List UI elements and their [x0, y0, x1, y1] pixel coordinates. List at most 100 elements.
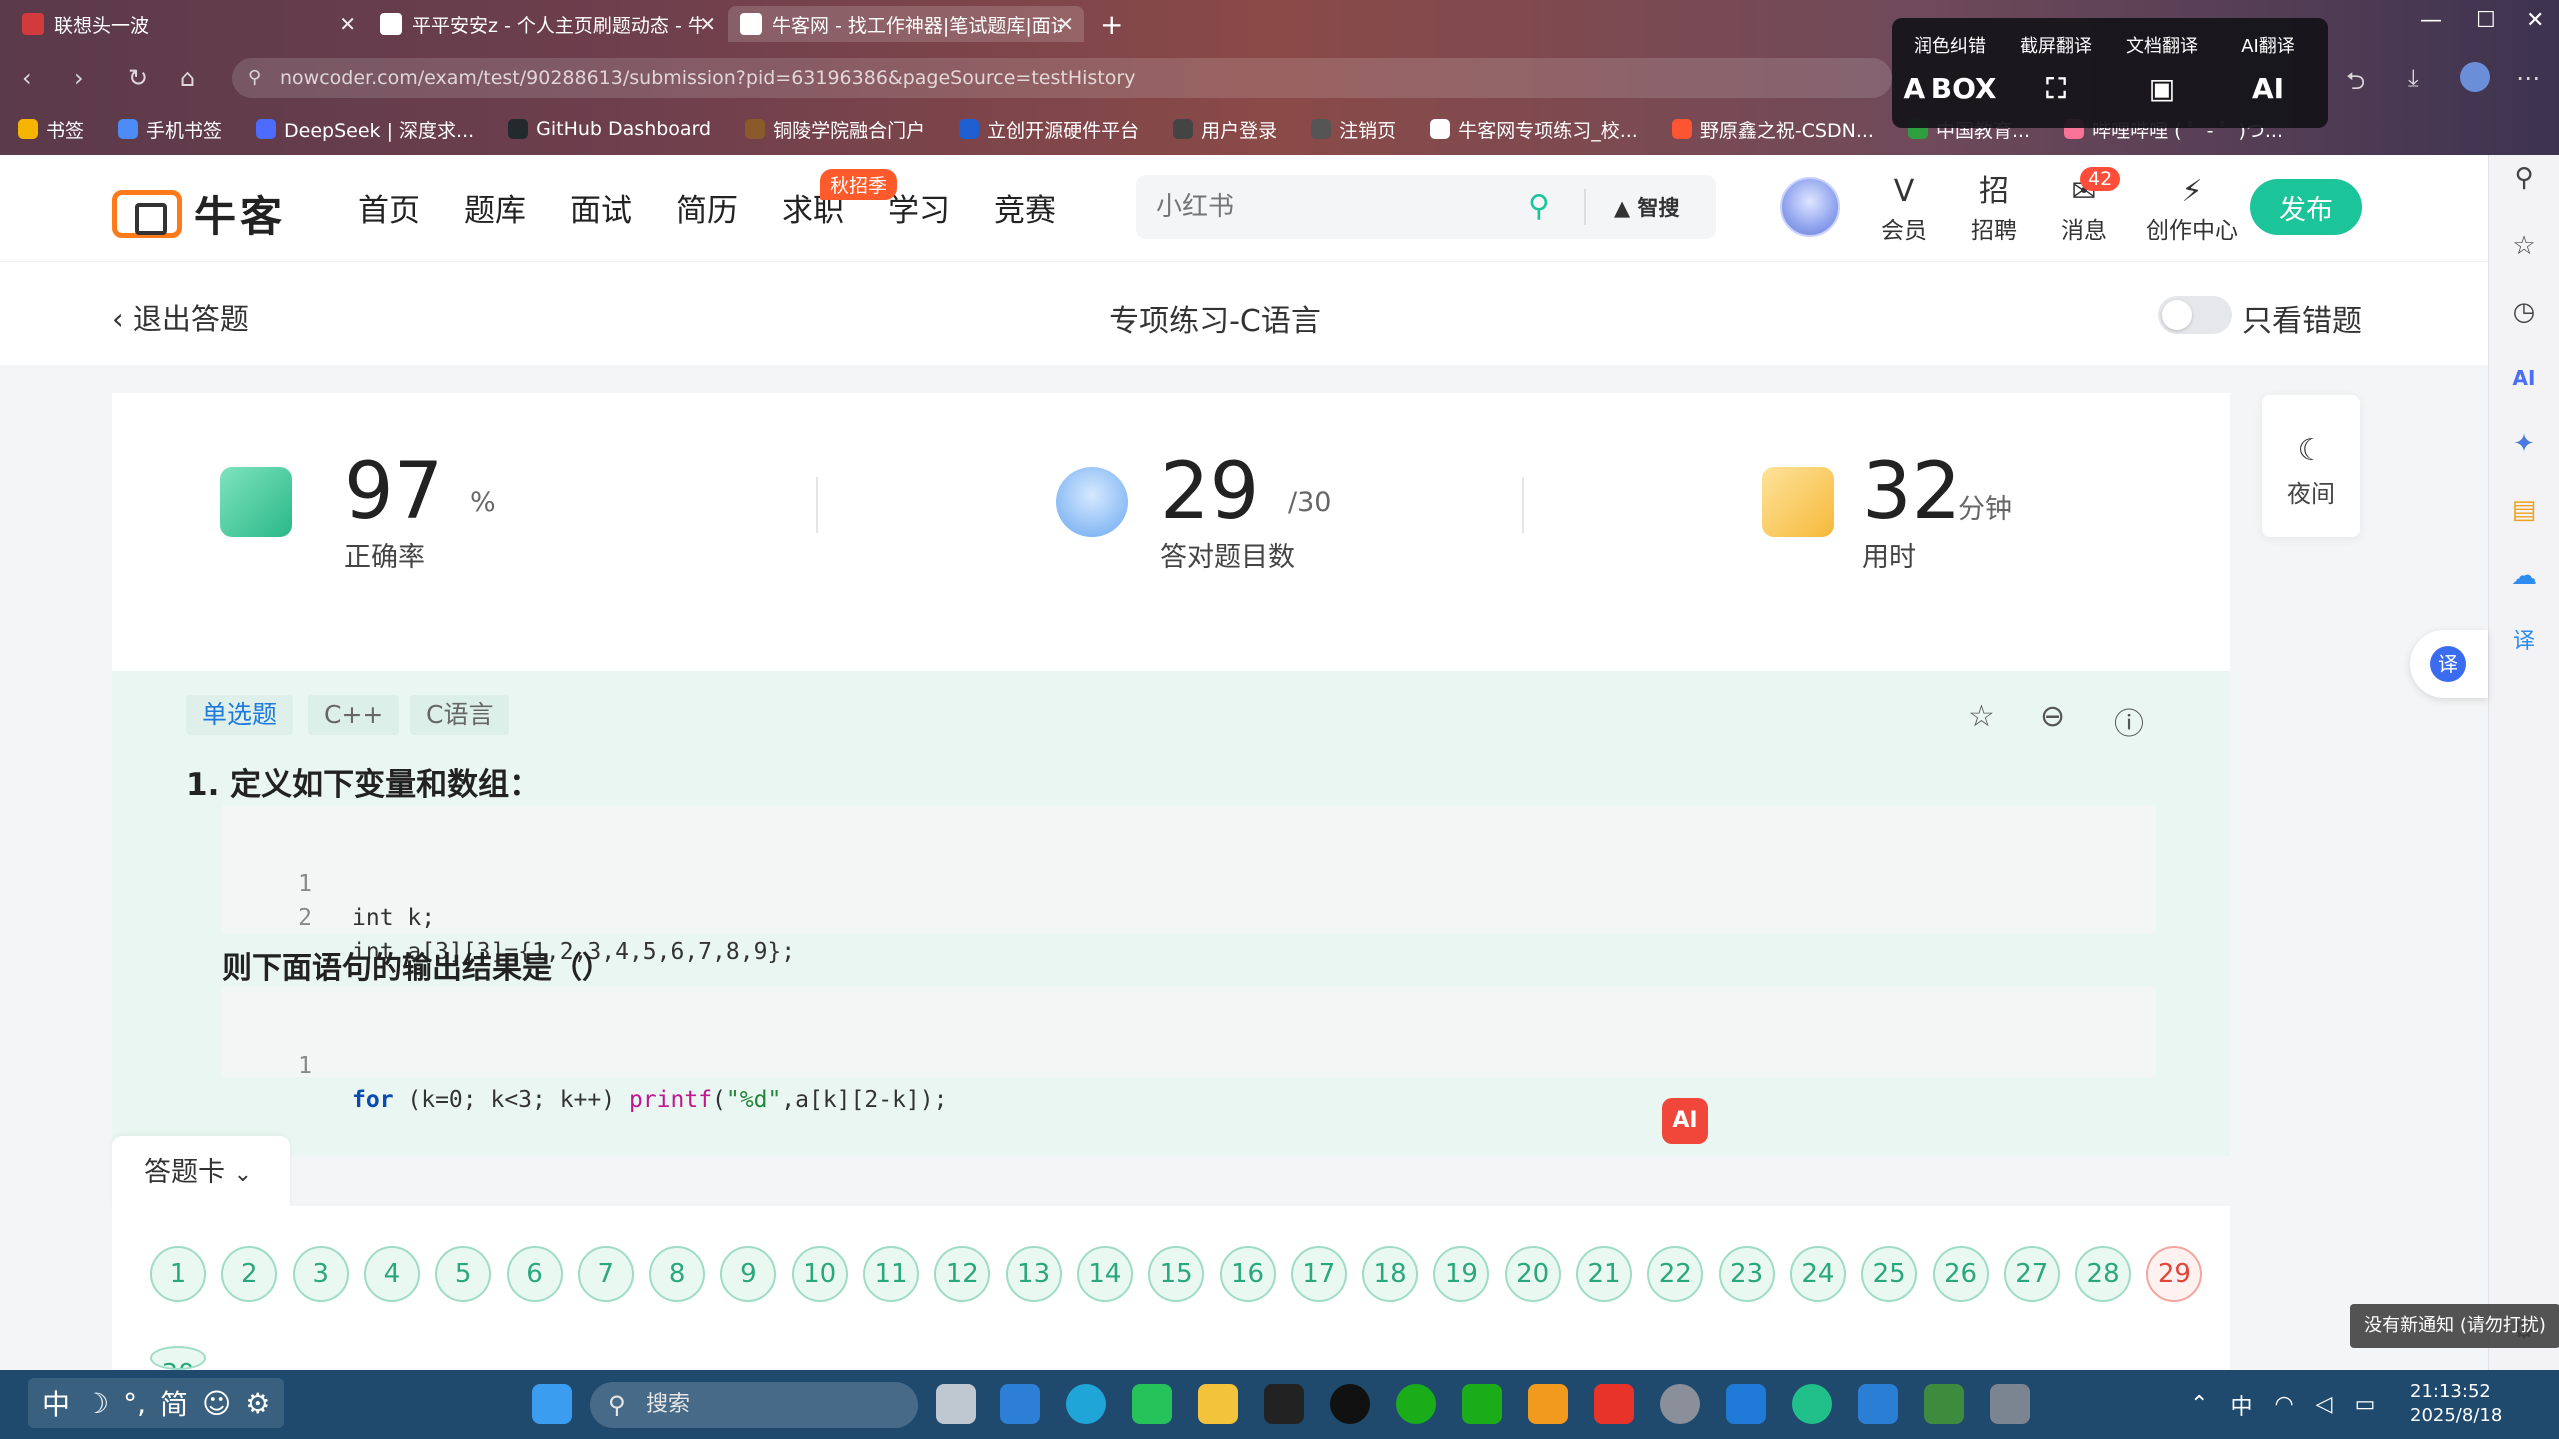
browser-tab-3[interactable]: 牛客网 - 找工作神器|笔试题库|面试 ✕	[728, 6, 1084, 42]
bookmark-item[interactable]: 野原鑫之祝-CSDN...	[1671, 116, 1874, 143]
history-icon[interactable]: ⮌	[2346, 64, 2365, 105]
nav-item[interactable]: 题库	[464, 185, 526, 230]
wifi-icon[interactable]: ◠	[2274, 1392, 2293, 1417]
calculator-icon[interactable]	[1990, 1384, 2030, 1424]
bookmark-item[interactable]: 立创开源硬件平台	[959, 116, 1139, 143]
answer-card-number[interactable]: 24	[1789, 1246, 1846, 1302]
answer-card-number[interactable]: 4	[363, 1246, 420, 1302]
search-icon[interactable]: ⚲	[2509, 163, 2539, 193]
security-shield-icon[interactable]	[1726, 1384, 1766, 1424]
tray-overflow-icon[interactable]: ⌃	[2190, 1392, 2208, 1417]
user-avatar[interactable]	[1780, 177, 1840, 237]
answer-card-number[interactable]: 21	[1576, 1246, 1632, 1302]
report-icon[interactable]: ⓘ	[2114, 699, 2144, 743]
terminal-icon[interactable]	[1264, 1384, 1304, 1424]
search-icon[interactable]: ⚲	[1528, 189, 1550, 224]
menu-icon[interactable]: ⋯	[2516, 64, 2540, 92]
answer-card-number[interactable]: 6	[506, 1246, 563, 1302]
vscode-icon[interactable]	[1858, 1384, 1898, 1424]
start-icon[interactable]	[532, 1384, 572, 1424]
ime-toolbar-item[interactable]: 中	[42, 1383, 70, 1423]
answer-card-number[interactable]: 3	[292, 1246, 349, 1302]
close-window-icon[interactable]: ✕	[2526, 8, 2544, 33]
answer-card-number[interactable]: 11	[863, 1246, 919, 1302]
header-action-item[interactable]: V 会员	[1864, 173, 1944, 245]
bookmark-item[interactable]: 用户登录	[1173, 116, 1277, 143]
answer-card-number[interactable]: 10	[791, 1246, 848, 1302]
answer-card-number[interactable]: 1	[150, 1246, 206, 1302]
ime-toolbar-item[interactable]: ☺	[202, 1387, 231, 1420]
wechat-icon[interactable]	[1396, 1384, 1436, 1424]
edge-icon[interactable]	[1066, 1384, 1106, 1424]
search-input[interactable]	[1156, 189, 1536, 225]
answer-card-number[interactable]: 30	[150, 1346, 206, 1370]
answer-card-number[interactable]: 7	[577, 1246, 634, 1302]
answer-card-number[interactable]: 23	[1718, 1246, 1775, 1302]
settings-icon[interactable]	[1660, 1384, 1700, 1424]
forward-icon[interactable]: ›	[74, 64, 84, 92]
new-tab-icon[interactable]: +	[1100, 8, 1123, 41]
browser-tab-2[interactable]: 平平安安z - 个人主页刷题动态 - 牛 ✕	[368, 6, 726, 42]
url-field[interactable]: ⚲ nowcoder.com/exam/test/90288613/submis…	[232, 58, 1892, 98]
volume-icon[interactable]: ◁	[2316, 1392, 2333, 1417]
favorites-icon[interactable]: ☆	[2509, 231, 2539, 261]
nav-item[interactable]: 首页	[358, 185, 420, 230]
translate-tool-button[interactable]: 润色纠错 A BOX	[1900, 32, 2000, 105]
history-icon[interactable]: ◷	[2509, 297, 2539, 327]
home-icon[interactable]: ⌂	[180, 64, 195, 92]
tab-close-icon[interactable]: ✕	[699, 12, 716, 36]
bookmark-item[interactable]: 铜陵学院融合门户	[745, 116, 925, 143]
bookmark-item[interactable]: 牛客网专项练习_校...	[1430, 116, 1638, 143]
tray-language[interactable]: 中	[2230, 1389, 2252, 1421]
nav-item[interactable]: 简历	[676, 185, 738, 230]
task-view-icon[interactable]	[936, 1384, 976, 1424]
header-action-item[interactable]: ⚡ 创作中心	[2142, 173, 2242, 245]
answer-card-number[interactable]: 2	[221, 1246, 278, 1302]
answer-card-number[interactable]: 18	[1362, 1246, 1419, 1302]
answer-card-number[interactable]: 12	[934, 1246, 991, 1302]
nav-item[interactable]: 面试	[570, 185, 632, 230]
answer-card-number[interactable]: 26	[1932, 1246, 1989, 1302]
site-info-icon[interactable]: ⚲	[248, 58, 261, 98]
tab-close-icon[interactable]: ✕	[339, 12, 356, 36]
bookmark-item[interactable]: 书签	[18, 116, 84, 143]
answer-card-number[interactable]: 29	[2146, 1246, 2203, 1302]
nav-item[interactable]: 竞赛	[994, 185, 1056, 230]
answer-card-number[interactable]: 5	[435, 1246, 492, 1302]
ai-assistant-icon[interactable]: AI	[2509, 363, 2539, 393]
bookmark-item[interactable]: 手机书签	[118, 116, 222, 143]
bookmark-item[interactable]: GitHub Dashboard	[508, 118, 711, 140]
answer-card-number[interactable]: 20	[1504, 1246, 1561, 1302]
answer-card-number[interactable]: 17	[1290, 1246, 1347, 1302]
download-icon[interactable]: ⤓	[2408, 64, 2419, 92]
minus-circle-icon[interactable]: ⊖	[2040, 699, 2065, 734]
minimize-icon[interactable]: —	[2420, 8, 2442, 33]
page-translate-bubble[interactable]: 译	[2410, 630, 2488, 698]
nowcoder-logo[interactable]: 牛客	[112, 183, 286, 244]
answer-card-number[interactable]: 25	[1861, 1246, 1918, 1302]
star-icon[interactable]: ☆	[1968, 699, 1995, 734]
answer-card-toggle[interactable]: 答题卡 ⌄	[112, 1136, 290, 1210]
ime-toolbar-item[interactable]: ☽	[84, 1387, 109, 1420]
bookmark-item[interactable]: DeepSeek | 深度求...	[256, 116, 474, 143]
question-tag[interactable]: C语言	[410, 695, 510, 735]
smart-search-button[interactable]: ▲ 智搜	[1614, 192, 1679, 222]
answer-card-number[interactable]: 27	[2003, 1246, 2060, 1302]
battery-icon[interactable]: ▭	[2355, 1392, 2376, 1417]
back-icon[interactable]: ‹	[22, 64, 32, 92]
translate-tool-button[interactable]: AI翻译 AI	[2218, 32, 2318, 105]
screenshot-tool-icon[interactable]	[1528, 1384, 1568, 1424]
pycharm-icon[interactable]	[1132, 1384, 1172, 1424]
taskbar-search[interactable]: ⚲ 搜索	[590, 1382, 918, 1428]
game-icon[interactable]	[1924, 1384, 1964, 1424]
profile-avatar-icon[interactable]	[2460, 62, 2490, 92]
header-action-item[interactable]: 招招聘	[1954, 173, 2034, 245]
answer-card-number[interactable]: 9	[720, 1246, 777, 1302]
question-tag[interactable]: C++	[308, 695, 400, 735]
reload-icon[interactable]: ↻	[128, 64, 148, 92]
ime-toolbar-item[interactable]: 简	[160, 1383, 188, 1423]
translate-tool-button[interactable]: 截屏翻译 ⛶	[2006, 32, 2106, 106]
answer-card-number[interactable]: 16	[1219, 1246, 1276, 1302]
qq-icon[interactable]	[1330, 1384, 1370, 1424]
toolbox-icon[interactable]: ▤	[2509, 495, 2539, 525]
